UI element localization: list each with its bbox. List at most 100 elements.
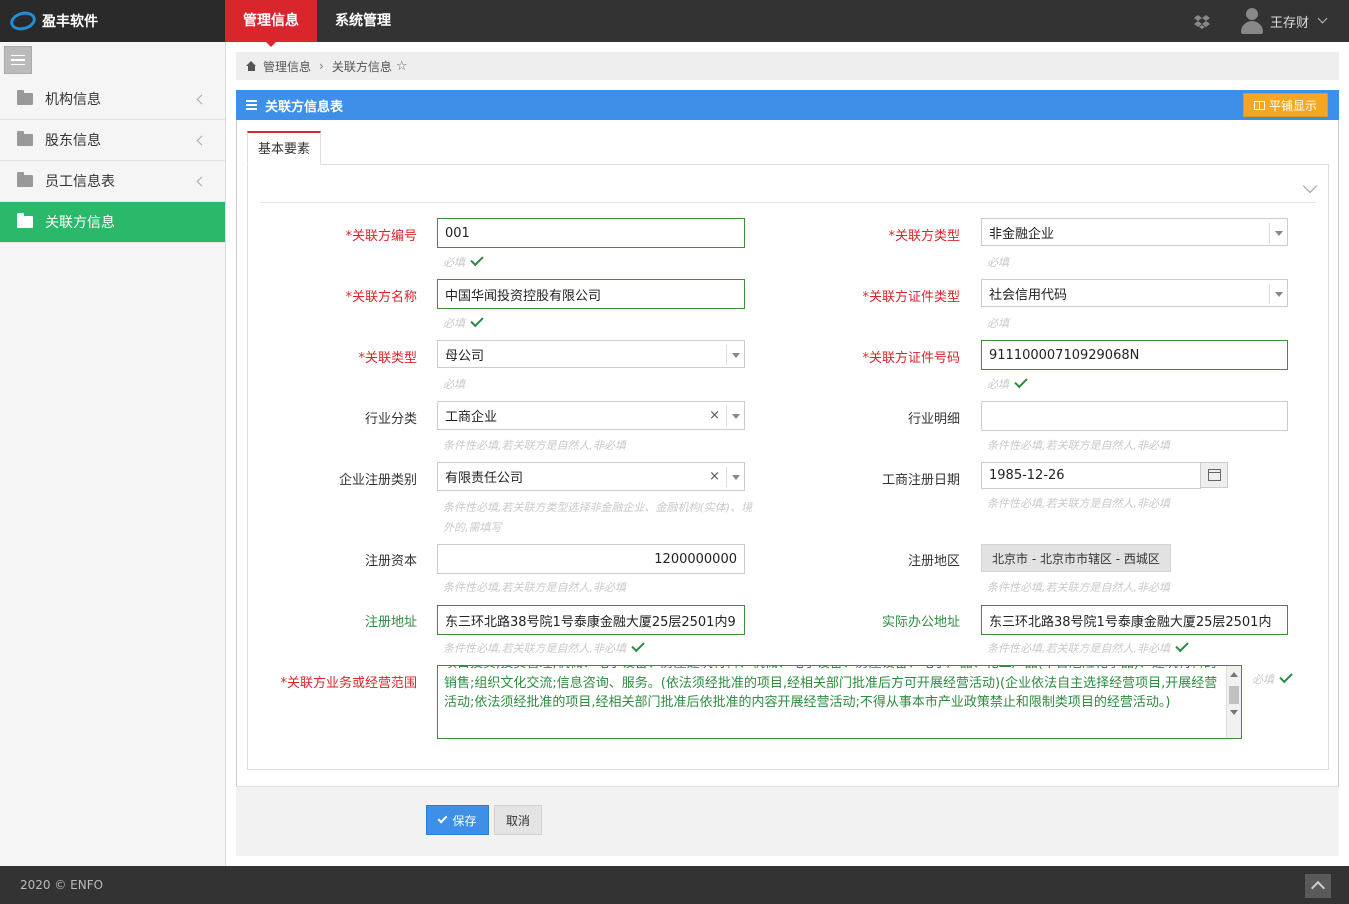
industry-detail-input[interactable] (981, 401, 1288, 431)
dropdown-arrow-icon (726, 467, 744, 487)
nav-system-management[interactable]: 系统管理 (317, 0, 409, 42)
tile-display-button[interactable]: 平铺显示 (1242, 93, 1328, 117)
sidebar-item-label: 关联方信息 (45, 215, 115, 231)
sidebar-item-related-party[interactable]: 关联方信息 (0, 202, 225, 243)
sidebar: 机构信息 股东信息 员工信息表 关联方信息 (0, 42, 226, 866)
industry-detail-help: 条件性必填,若关联方是自然人,非必填 (987, 439, 1170, 452)
breadcrumb-current: 关联方信息 (331, 59, 392, 74)
office-address-input[interactable]: 东三环北路38号院1号泰康金融大厦25层2501内 (981, 605, 1288, 635)
related-name-label: *关联方名称 (345, 290, 417, 305)
reg-date-help: 条件性必填,若关联方是自然人,非必填 (987, 497, 1170, 510)
related-no-help: 必填 (443, 252, 484, 273)
top-nav: 管理信息 系统管理 (225, 0, 409, 47)
cert-no-label: *关联方证件号码 (862, 351, 960, 366)
clear-icon: × (709, 469, 720, 484)
logo-text: 盈丰软件 (42, 14, 98, 30)
chevron-left-icon (196, 135, 207, 146)
scroll-to-top-icon[interactable] (1305, 874, 1331, 898)
copyright: 2020 © ENFO (20, 878, 104, 892)
business-scope-help: 必填 (1252, 669, 1293, 690)
clear-icon: × (709, 408, 720, 423)
tab-basic-elements[interactable]: 基本要素 (247, 131, 322, 165)
check-icon (470, 252, 484, 267)
check-icon (438, 813, 448, 824)
panel-header: 关联方信息表 平铺显示 (236, 90, 1339, 120)
industry-help: 条件性必填,若关联方是自然人,非必填 (443, 439, 626, 452)
industry-select[interactable]: 工商企业 × (437, 401, 745, 430)
reg-category-label: 企业注册类别 (338, 473, 417, 488)
folder-open-icon (17, 213, 33, 228)
business-scope-textarea[interactable]: 项目投资;投资管理;机械、电子设备、房屋建筑材料、机械、电子设备、房屋设备、电子… (437, 665, 1242, 739)
avatar (1240, 8, 1264, 34)
dropdown-arrow-icon (726, 406, 744, 426)
cert-no-input[interactable]: 91110000710929068N (981, 340, 1288, 370)
list-icon (246, 100, 257, 110)
relation-type-select[interactable]: 母公司 (437, 340, 745, 368)
sidebar-item-employee-info[interactable]: 员工信息表 (0, 161, 225, 202)
region-help: 条件性必填,若关联方是自然人,非必填 (987, 581, 1170, 594)
industry-detail-label: 行业明细 (907, 412, 960, 427)
panel-title: 关联方信息表 (265, 99, 344, 115)
cancel-button[interactable]: 取消 (494, 805, 542, 835)
user-name: 王存财 (1270, 15, 1310, 31)
cert-type-label: *关联方证件类型 (862, 290, 960, 305)
breadcrumb: 管理信息 › 关联方信息 ☆ (236, 52, 1339, 80)
dropbox-icon[interactable] (1193, 13, 1211, 31)
scrollbar[interactable] (1226, 666, 1241, 738)
check-icon (470, 313, 484, 328)
check-icon (1279, 669, 1293, 684)
related-no-label: *关联方编号 (345, 229, 417, 244)
sidebar-item-shareholder-info[interactable]: 股东信息 (0, 120, 225, 161)
breadcrumb-separator-icon: › (319, 59, 324, 73)
save-button[interactable]: 保存 (426, 805, 489, 835)
capital-input[interactable]: 1200000000 (437, 544, 745, 574)
cert-type-select[interactable]: 社会信用代码 (981, 279, 1288, 307)
business-scope-label: *关联方业务或经营范围 (280, 676, 417, 691)
check-icon (1014, 374, 1028, 389)
nav-management-info[interactable]: 管理信息 (225, 0, 317, 47)
form-actions-bar (236, 786, 1339, 856)
industry-label: 行业分类 (364, 412, 417, 427)
sidebar-item-org-info[interactable]: 机构信息 (0, 79, 225, 120)
top-bar: 盈丰软件 管理信息 系统管理 王存财 (0, 0, 1349, 47)
tile-display-label: 平铺显示 (1268, 98, 1317, 113)
sidebar-toggle-icon[interactable] (4, 46, 32, 74)
sidebar-item-label: 员工信息表 (45, 174, 115, 190)
reg-category-select[interactable]: 有限责任公司 × (437, 462, 745, 491)
breadcrumb-home[interactable]: 管理信息 (263, 58, 311, 75)
capital-help: 条件性必填,若关联方是自然人,非必填 (443, 581, 626, 594)
folder-icon (17, 90, 33, 105)
check-icon (1175, 638, 1189, 653)
dropdown-arrow-icon (726, 345, 744, 365)
star-icon[interactable]: ☆ (396, 59, 408, 74)
related-no-input[interactable]: 001 (437, 218, 745, 248)
reg-address-input[interactable]: 东三环北路38号院1号泰康金融大厦25层2501内9 (437, 605, 745, 635)
folder-icon (17, 172, 33, 187)
capital-label: 注册资本 (364, 554, 417, 569)
related-type-select[interactable]: 非金融企业 (981, 218, 1288, 246)
region-picker[interactable]: 北京市 - 北京市市辖区 - 西城区 (981, 544, 1171, 572)
calendar-icon[interactable] (1200, 462, 1228, 488)
chevron-down-icon[interactable] (1302, 178, 1318, 194)
chevron-left-icon (196, 176, 207, 187)
reg-address-label: 注册地址 (364, 615, 417, 630)
footer: 2020 © ENFO (0, 866, 1349, 904)
cert-type-help: 必填 (987, 317, 1009, 330)
related-type-label: *关联方类型 (888, 229, 960, 244)
reg-address-help: 条件性必填,若关联方是自然人,非必填 (443, 638, 645, 659)
user-menu[interactable]: 王存财 (1240, 6, 1328, 36)
related-name-input[interactable]: 中国华闻投资控股有限公司 (437, 279, 745, 309)
office-address-help: 条件性必填,若关联方是自然人,非必填 (987, 638, 1189, 659)
app-logo[interactable]: 盈丰软件 (0, 0, 225, 42)
sidebar-item-label: 股东信息 (45, 133, 101, 149)
logo-icon (8, 8, 38, 34)
office-address-label: 实际办公地址 (881, 615, 960, 630)
reg-category-help: 条件性必填,若关联方类型选择非金融企业、金融机构(实体)、境外的,需填写 (443, 501, 753, 534)
dropdown-arrow-icon (1269, 223, 1287, 243)
sidebar-item-label: 机构信息 (45, 92, 101, 108)
reg-date-input[interactable]: 1985-12-26 (981, 462, 1201, 489)
business-scope-text: 项目投资;投资管理;机械、电子设备、房屋建筑材料、机械、电子设备、房屋设备、电子… (444, 666, 1218, 710)
check-icon (631, 638, 645, 653)
sidebar-menu: 机构信息 股东信息 员工信息表 关联方信息 (0, 79, 225, 243)
cert-no-help: 必填 (987, 374, 1028, 395)
